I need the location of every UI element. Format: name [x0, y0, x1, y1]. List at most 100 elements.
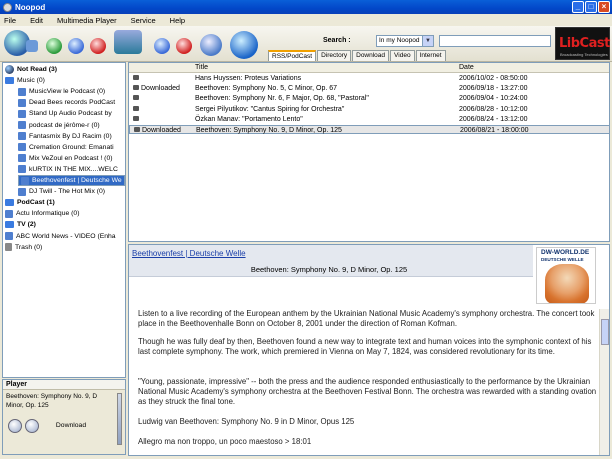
- search-scope-select[interactable]: In my Noopod ▼: [376, 35, 434, 47]
- table-row[interactable]: Beethoven: Symphony Nr. 6, F Major, Op. …: [129, 94, 609, 103]
- trash-icon: [5, 243, 12, 252]
- info-icon[interactable]: [230, 31, 258, 59]
- tab-internet[interactable]: Internet: [415, 50, 446, 61]
- episode-icon: [133, 115, 139, 121]
- feed-link[interactable]: Beethovenfest | Deutsche Welle: [132, 249, 246, 258]
- cell-date: 2006/08/28 - 10:12:00: [459, 105, 528, 113]
- tree-item-label: ABC World News - VIDEO (Enha: [16, 232, 116, 240]
- add-feed-icon[interactable]: [154, 38, 170, 54]
- music-notes-icon[interactable]: [26, 40, 38, 52]
- play-icon[interactable]: [8, 419, 22, 433]
- menu-service[interactable]: Service: [131, 16, 156, 25]
- tree-item[interactable]: ABC World News - VIDEO (Enha: [5, 231, 125, 242]
- tree-item[interactable]: Cremation Ground: Emanati: [18, 142, 125, 153]
- tree-item-label: Beethovenfest | Deutsche We: [32, 177, 122, 184]
- tree-item[interactable]: Music (0): [5, 75, 125, 86]
- tree-item-label: DJ Twill - The Hot Mix (0): [29, 188, 106, 196]
- tree-item[interactable]: MusicView le Podcast (0): [18, 86, 125, 97]
- rss-icon: [18, 109, 26, 118]
- add-icon[interactable]: [68, 38, 84, 54]
- column-date[interactable]: Date: [459, 64, 474, 71]
- maximize-button[interactable]: □: [585, 1, 597, 13]
- table-row[interactable]: Downloaded Beethoven: Symphony No. 5, C M…: [129, 84, 609, 93]
- episode-icon: [134, 127, 140, 132]
- rss-icon: [18, 121, 26, 129]
- folder-icon: [5, 221, 14, 229]
- rss-icon: [18, 87, 26, 96]
- description-paragraph: Though he was fully deaf by then, Beetho…: [138, 337, 592, 356]
- tree-item-label: kURTIX IN THE MIX....WELC: [29, 165, 118, 173]
- tree-item[interactable]: Trash (0): [5, 242, 125, 253]
- tree-item[interactable]: TV (2): [5, 219, 125, 230]
- menu-bar: File Edit Multimedia Player Service Help: [0, 14, 612, 26]
- tree-item[interactable]: Fantasmix By DJ Racim (0): [18, 131, 125, 142]
- tab-download[interactable]: Download: [352, 50, 390, 61]
- cell-status: Downloaded: [141, 85, 180, 93]
- tree-item[interactable]: Dead Bees records PodCast: [18, 97, 125, 108]
- cell-title: Beethoven: Symphony No. 5, C Minor, Op. …: [195, 85, 338, 93]
- player-header: Player: [3, 380, 125, 390]
- detail-scrollbar[interactable]: [599, 309, 609, 455]
- episode-icon: [133, 85, 139, 91]
- rss-icon: [18, 187, 26, 196]
- description-paragraph: Ludwig van Beethoven: Symphony No. 9 in …: [138, 417, 355, 426]
- tree-item-label: MusicView le Podcast (0): [29, 88, 106, 96]
- tree-item[interactable]: Stand Up Audio Podcast by: [18, 108, 125, 119]
- volume-slider[interactable]: [117, 393, 122, 445]
- table-row[interactable]: Sergei Pilyutikov: "Cantus Spiring for O…: [129, 105, 609, 114]
- tree-item[interactable]: PodCast (1): [5, 197, 125, 208]
- tree-item-label: Stand Up Audio Podcast by: [29, 110, 112, 118]
- menu-help[interactable]: Help: [170, 16, 185, 25]
- menu-multimedia-player[interactable]: Multimedia Player: [57, 16, 117, 25]
- tree-item[interactable]: Beethovenfest | Deutsche We: [18, 175, 125, 186]
- episode-icon: [133, 95, 139, 101]
- tree-item[interactable]: kURTIX IN THE MIX....WELC: [18, 164, 125, 175]
- description-paragraph: "Young, passionate, impressive" -- both …: [138, 377, 597, 406]
- podcast-folder-icon[interactable]: [114, 30, 142, 54]
- cell-title: Beethoven: Symphony Nr. 6, F Major, Op. …: [195, 95, 369, 103]
- cell-title: Hans Huyssen: Proteus Variations: [195, 75, 302, 82]
- chevron-down-icon[interactable]: ▼: [422, 36, 433, 46]
- table-row[interactable]: Hans Huyssen: Proteus Variations 2006/10/…: [129, 74, 609, 83]
- delete-icon[interactable]: [90, 38, 106, 54]
- scroll-thumb[interactable]: [601, 319, 609, 345]
- table-row[interactable]: Downloaded Beethoven: Symphony No. 9, D M…: [129, 125, 609, 135]
- rss-icon: [18, 143, 26, 152]
- tab-video[interactable]: Video: [390, 50, 415, 61]
- episode-list-header: Title Date: [129, 63, 609, 73]
- menu-edit[interactable]: Edit: [30, 16, 43, 25]
- tab-rss-podcast[interactable]: RSS/PodCast: [268, 50, 317, 61]
- tree-item-label: Cremation Ground: Emanati: [29, 143, 114, 151]
- tree-item[interactable]: podcast de jérôme-r (0): [18, 120, 125, 131]
- tree-item[interactable]: Actu Informatique (0): [5, 208, 125, 219]
- dw-logo-image: DW-WORLD.DE DEUTSCHE WELLE: [536, 247, 596, 304]
- search-scope-value: In my Noopod: [379, 37, 420, 44]
- cell-date: 2006/10/02 - 08:50:00: [459, 75, 528, 82]
- close-button[interactable]: ×: [598, 1, 610, 13]
- tree-item-label: podcast de jérôme-r (0): [29, 121, 100, 129]
- cell-date: 2006/08/21 - 18:00:00: [460, 127, 529, 134]
- search-label: Search :: [323, 37, 351, 44]
- cell-date: 2006/08/24 - 13:12:00: [459, 115, 528, 123]
- tree-item-label: Music (0): [17, 77, 45, 85]
- tree-item[interactable]: Not Read (3): [5, 64, 125, 75]
- search-input[interactable]: [439, 35, 551, 47]
- rss-icon: [5, 209, 13, 218]
- table-row[interactable]: Özkan Manav: "Portamento Lento" 2006/08/2…: [129, 115, 609, 124]
- menu-file[interactable]: File: [4, 16, 16, 25]
- episode-title: Beethoven: Symphony No. 9, D Minor, Op. …: [250, 265, 408, 274]
- tree-item[interactable]: Mix VeZoul en Podcast ! (0): [18, 153, 125, 164]
- player-download-button[interactable]: Download: [41, 419, 101, 432]
- stop-icon[interactable]: [25, 419, 39, 433]
- player-panel: Player Beethoven: Symphony No. 9, D Mino…: [2, 379, 126, 455]
- player-track-title: Beethoven: Symphony No. 9, D Minor, Op. …: [6, 393, 98, 409]
- minimize-button[interactable]: _: [572, 1, 584, 13]
- list-view-icon[interactable]: [200, 34, 222, 56]
- tab-directory[interactable]: Directory: [317, 50, 352, 61]
- tree-item-label: Mix VeZoul en Podcast ! (0): [29, 154, 113, 162]
- remove-feed-icon[interactable]: [176, 38, 192, 54]
- tree-item-label: PodCast (1): [17, 199, 55, 207]
- tree-item[interactable]: DJ Twill - The Hot Mix (0): [18, 186, 125, 197]
- refresh-icon[interactable]: [46, 38, 62, 54]
- column-title[interactable]: Title: [195, 64, 208, 71]
